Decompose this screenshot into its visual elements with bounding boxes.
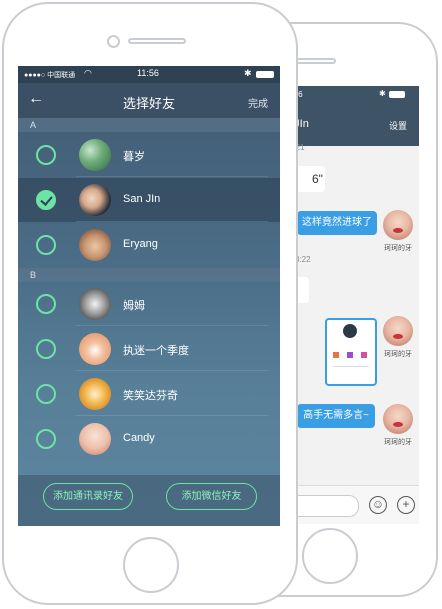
plus-icon[interactable]: +: [397, 496, 415, 514]
contact-name: San JIn: [123, 193, 161, 205]
row-divider: [76, 176, 268, 177]
checked-circle-icon[interactable]: [36, 190, 56, 210]
battery-icon: [256, 71, 274, 78]
nav-bar: ← 选择好友 完成: [18, 83, 280, 118]
row-divider: [76, 325, 268, 326]
row-divider: [76, 415, 268, 416]
sender-avatar[interactable]: [383, 210, 413, 240]
contact-name: 姆姆: [123, 300, 145, 312]
contact-avatar: [79, 229, 111, 261]
add-wechat-friends-button[interactable]: 添加微信好友: [166, 483, 257, 510]
back-chat-screen: 1:56 ✱ n JIn 设置 8:21 6" 这样竟然进球了 珂珂的牙 8:2…: [285, 86, 419, 524]
row-divider: [76, 370, 268, 371]
contact-row[interactable]: 暮岁: [18, 133, 280, 177]
wifi-icon: ◠: [84, 68, 92, 78]
select-circle-icon[interactable]: [36, 294, 56, 314]
contact-row[interactable]: 执迷一个季度: [18, 327, 280, 371]
front-phone-home-button: [123, 537, 179, 593]
status-time: 11:56: [137, 68, 159, 78]
emoji-icon[interactable]: ☺: [369, 496, 387, 514]
contact-row[interactable]: 笑笑达芬奇: [18, 372, 280, 416]
message-bubble-outgoing[interactable]: 这样竟然进球了: [297, 211, 377, 235]
back-phone-speaker: [296, 58, 336, 64]
contact-row[interactable]: Candy: [18, 417, 280, 461]
contact-name: 暮岁: [123, 151, 145, 163]
shared-card-message[interactable]: [325, 318, 377, 386]
front-phone-speaker: [128, 38, 186, 44]
bottom-action-bar: 添加通讯录好友 添加微信好友: [18, 475, 280, 526]
carrier-label: ●●●●○ 中国联通: [24, 72, 76, 79]
contact-avatar: [79, 378, 111, 410]
contact-name: Candy: [123, 432, 155, 444]
sender-avatar[interactable]: [383, 404, 413, 434]
shared-card: [327, 320, 375, 384]
message-bubble-outgoing[interactable]: 高手无需多言~: [297, 404, 375, 428]
status-bar: ●●●●○ 中国联通 ◠ 11:56 ✱: [18, 66, 280, 83]
contact-row[interactable]: Eryang: [18, 223, 280, 267]
row-divider: [76, 221, 268, 222]
select-circle-icon[interactable]: [36, 339, 56, 359]
sender-avatar[interactable]: [383, 316, 413, 346]
bluetooth-icon: ✱: [244, 68, 252, 78]
contact-row[interactable]: San JIn: [18, 178, 280, 222]
back-nav-bar: n JIn 设置: [285, 104, 419, 146]
contact-row[interactable]: 姆姆: [18, 282, 280, 326]
chat-input-bar: ☺ +: [285, 485, 419, 524]
section-header-b: B: [18, 268, 280, 282]
back-status-bar: 1:56 ✱: [285, 86, 419, 104]
page-title: 选择好友: [122, 96, 175, 111]
sender-name: 珂珂的牙: [384, 245, 412, 252]
contact-avatar: [79, 288, 111, 320]
contact-avatar: [79, 423, 111, 455]
contact-avatar: [79, 139, 111, 171]
card-lines: [333, 366, 369, 377]
battery-icon: [389, 91, 405, 98]
add-contacts-friends-button[interactable]: 添加通讯录好友: [43, 483, 133, 510]
back-settings-button[interactable]: 设置: [389, 119, 407, 132]
select-circle-icon[interactable]: [36, 384, 56, 404]
bluetooth-icon: ✱: [379, 89, 386, 98]
select-circle-icon[interactable]: [36, 145, 56, 165]
contact-avatar: [79, 184, 111, 216]
done-button[interactable]: 完成: [248, 95, 268, 110]
card-dots: [333, 352, 369, 358]
contact-name: 执迷一个季度: [123, 345, 189, 357]
contact-name: Eryang: [123, 238, 158, 250]
front-phone-camera: [107, 35, 120, 48]
contact-name: 笑笑达芬奇: [123, 390, 178, 402]
select-friends-screen: ●●●●○ 中国联通 ◠ 11:56 ✱ ← 选择好友 完成 A 暮岁 San …: [18, 66, 280, 526]
sender-name: 珂珂的牙: [384, 351, 412, 358]
contact-avatar: [79, 333, 111, 365]
card-avatar: [343, 324, 357, 338]
select-circle-icon[interactable]: [36, 429, 56, 449]
section-header-a: A: [18, 118, 280, 132]
back-phone-home-button: [302, 528, 358, 584]
select-circle-icon[interactable]: [36, 235, 56, 255]
sender-name: 珂珂的牙: [384, 439, 412, 446]
